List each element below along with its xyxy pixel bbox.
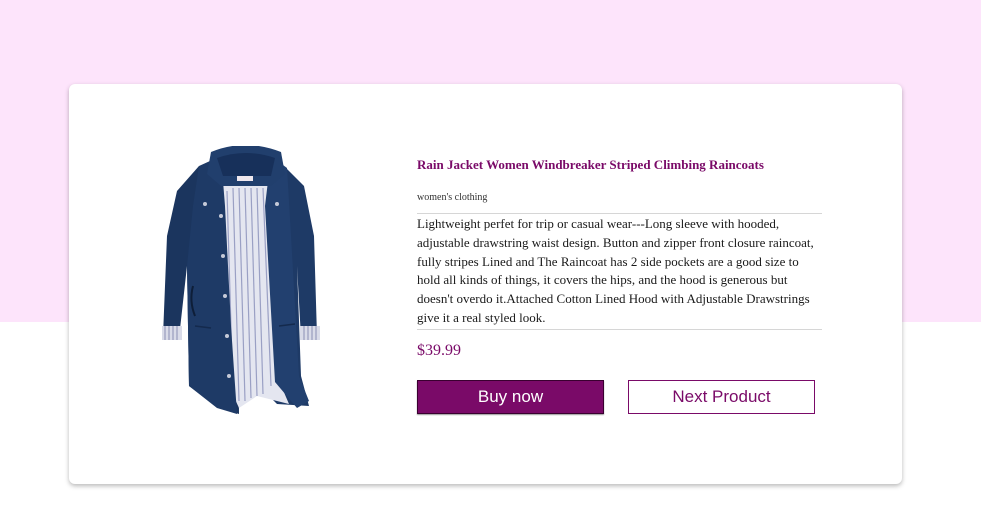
- rain-jacket-image: [162, 145, 320, 414]
- product-card: Rain Jacket Women Windbreaker Striped Cl…: [69, 84, 902, 484]
- product-actions: Buy now Next Product: [417, 379, 822, 414]
- buy-now-button[interactable]: Buy now: [417, 379, 604, 414]
- next-product-button[interactable]: Next Product: [628, 379, 815, 414]
- product-price: $39.99: [417, 341, 461, 359]
- product-image: [159, 145, 329, 421]
- product-description: Lightweight perfet for trip or casual we…: [417, 213, 822, 330]
- product-info: Rain Jacket Women Windbreaker Striped Cl…: [417, 157, 822, 414]
- product-category: women's clothing: [417, 192, 488, 203]
- product-title: Rain Jacket Women Windbreaker Striped Cl…: [417, 157, 764, 172]
